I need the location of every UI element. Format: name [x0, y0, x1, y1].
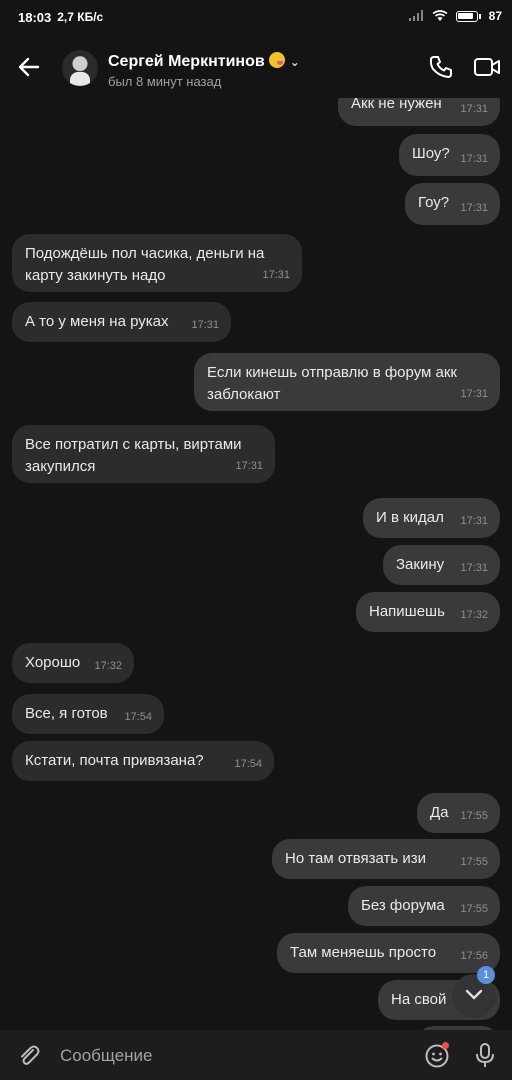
- message-time: 17:55: [460, 810, 488, 822]
- battery-tip: [478, 13, 481, 19]
- message-text: Если кинешь отправлю в форум акк: [207, 364, 457, 381]
- message-bubble-outgoing[interactable]: Без форума 17:55: [348, 886, 500, 926]
- message-text: Закину: [396, 556, 445, 573]
- message-time: 17:31: [460, 562, 488, 574]
- message-bubble-outgoing[interactable]: Акк не нужен 17:31: [338, 98, 500, 126]
- message-composer: [0, 1030, 512, 1080]
- message-bubble-outgoing[interactable]: Да 17:55: [417, 793, 500, 833]
- message-bubble-outgoing[interactable]: Там меняешь просто 17:56: [277, 933, 500, 973]
- battery-level: 87: [488, 9, 502, 23]
- message-time: 17:55: [460, 856, 488, 868]
- network-speed: 2,7 КБ/с: [57, 10, 104, 24]
- message-bubble-incoming[interactable]: А то у меня на руках 17:31: [12, 302, 231, 342]
- message-input[interactable]: [58, 1042, 402, 1070]
- message-time: 17:31: [460, 103, 488, 115]
- back-arrow-icon[interactable]: [14, 52, 44, 82]
- unread-count-badge: 1: [477, 966, 495, 984]
- message-time: 17:56: [460, 950, 488, 962]
- video-call-icon[interactable]: [473, 56, 501, 78]
- message-time: 17:31: [460, 202, 488, 214]
- message-text: Но там отвязать изи: [285, 850, 427, 867]
- message-bubble-outgoing[interactable]: Но там отвязать изи 17:55: [272, 839, 500, 879]
- message-time: 17:31: [262, 269, 290, 281]
- message-bubble-outgoing[interactable]: Закину 17:31: [383, 545, 500, 585]
- status-bar: 18:03 2,7 КБ/с 87: [0, 0, 512, 36]
- message-text: И в кидал: [376, 509, 444, 526]
- message-bubble-outgoing[interactable]: Гоу? 17:31: [405, 183, 500, 225]
- message-time: 17:31: [460, 515, 488, 527]
- new-sticker-indicator: [442, 1042, 449, 1049]
- phone-call-icon[interactable]: [428, 54, 454, 80]
- microphone-icon[interactable]: [472, 1041, 498, 1069]
- message-text: Кстати, почта привязана?: [25, 752, 204, 769]
- signal-icon: [408, 10, 423, 21]
- message-text: Гоу?: [418, 194, 450, 211]
- message-time: 17:55: [460, 903, 488, 915]
- message-text: На свой: [391, 991, 447, 1008]
- message-time: 17:31: [460, 388, 488, 400]
- message-bubble-outgoing[interactable]: Напишешь 17:32: [356, 592, 500, 632]
- chevron-down-icon: [465, 989, 483, 1000]
- battery-icon: [455, 10, 478, 22]
- message-bubble-incoming[interactable]: Все потратил с карты, виртами закупился …: [12, 425, 275, 483]
- message-text: Напишешь: [369, 603, 445, 620]
- message-time: 17:31: [191, 319, 219, 331]
- message-time: 17:54: [124, 711, 152, 723]
- message-text: Все потратил с карты, виртами: [25, 436, 242, 453]
- message-time: 17:31: [235, 460, 263, 472]
- contact-name: Сергей Меркнтинов: [108, 53, 265, 70]
- message-text: Хорошо: [25, 654, 81, 671]
- paperclip-icon[interactable]: [16, 1043, 42, 1069]
- status-right: 87: [408, 9, 502, 23]
- message-time: 17:32: [94, 660, 122, 672]
- message-time: 17:32: [460, 609, 488, 621]
- message-bubble-incoming[interactable]: Подождёшь пол часика, деньги на карту за…: [12, 234, 302, 292]
- message-bubble-incoming[interactable]: Хорошо 17:32: [12, 643, 134, 683]
- message-time: 17:31: [460, 153, 488, 165]
- message-bubble-outgoing[interactable]: Шоу? 17:31: [399, 134, 500, 176]
- message-time: 17:54: [234, 758, 262, 770]
- message-text: Да: [430, 804, 449, 821]
- chat-header: Сергей Меркнтинов ⌄ был 8 минут назад: [0, 36, 512, 98]
- message-text: Акк не нужен: [351, 98, 442, 112]
- message-bubble-outgoing[interactable]: И в кидал 17:31: [363, 498, 500, 538]
- message-text: Без форума: [361, 897, 445, 914]
- message-text-line2: карту закинуть надо: [25, 267, 166, 284]
- message-bubble-incoming[interactable]: Все, я готов 17:54: [12, 694, 164, 734]
- avatar[interactable]: [62, 50, 98, 86]
- chevron-down-icon: ⌄: [289, 55, 300, 69]
- message-text: Там меняешь просто: [290, 944, 437, 961]
- message-text: А то у меня на руках: [25, 313, 169, 330]
- message-text: Шоу?: [412, 145, 450, 162]
- message-bubble-outgoing[interactable]: Если кинешь отправлю в форум акк заблока…: [194, 353, 500, 411]
- status-left: 18:03 2,7 КБ/с: [18, 10, 103, 25]
- status-time: 18:03: [18, 10, 52, 25]
- emoji-icon: [268, 52, 285, 68]
- contact-name-row[interactable]: Сергей Меркнтинов ⌄: [108, 52, 300, 71]
- last-seen-status: был 8 минут назад: [108, 74, 222, 89]
- wifi-icon: [432, 10, 448, 21]
- message-list[interactable]: Акк не нужен 17:31 Шоу? 17:31 Гоу? 17:31…: [0, 98, 512, 1030]
- message-bubble-incoming[interactable]: Кстати, почта привязана? 17:54: [12, 741, 274, 781]
- message-text: Подождёшь пол часика, деньги на: [25, 245, 265, 262]
- message-text-line2: заблокают: [207, 386, 281, 403]
- message-text: Все, я готов: [25, 705, 108, 722]
- message-text-line2: закупился: [25, 458, 96, 475]
